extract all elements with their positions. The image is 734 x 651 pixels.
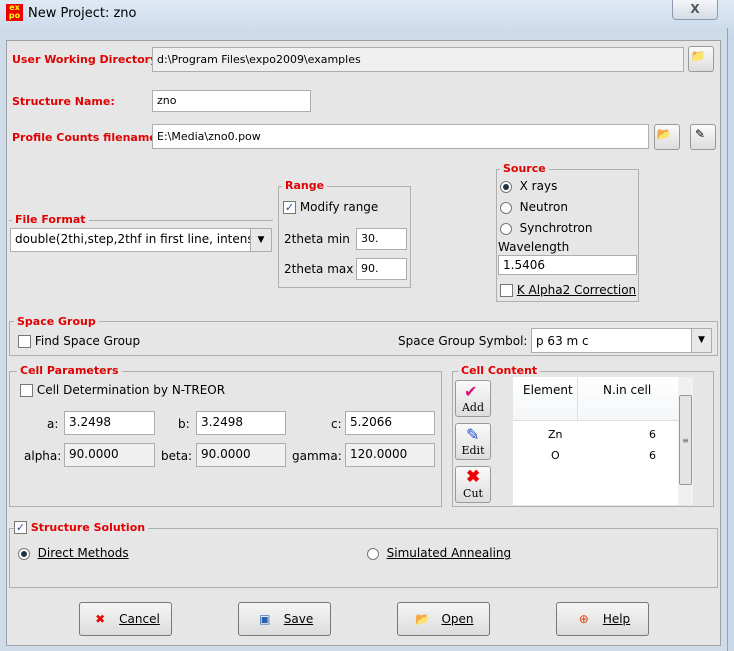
table-cell[interactable]: O <box>551 449 560 462</box>
gamma-label: gamma: <box>292 449 342 463</box>
table-cell[interactable]: 6 <box>649 449 656 462</box>
edit-button[interactable]: ✎ Edit <box>455 423 491 460</box>
radio-xrays[interactable]: X rays <box>500 179 557 193</box>
radio-direct-methods[interactable]: Direct Methods <box>18 546 129 560</box>
open-folder-icon[interactable]: 📂 <box>654 124 680 150</box>
range-title: Range <box>282 179 328 192</box>
check-icon: ✔ <box>464 382 478 401</box>
file-format-title: File Format <box>12 213 89 226</box>
gamma-input[interactable]: 120.0000 <box>345 443 435 467</box>
cut-button[interactable]: ✖ Cut <box>455 466 491 503</box>
find-space-group-checkbox[interactable]: Find Space Group <box>18 334 140 348</box>
wavelength-input[interactable]: 1.5406 <box>498 255 637 275</box>
pen-icon: ✎ <box>466 425 480 444</box>
radio-synchrotron[interactable]: Synchrotron <box>500 221 593 235</box>
max-input[interactable]: 90. <box>356 258 407 280</box>
add-button[interactable]: ✔ Add <box>455 380 491 417</box>
alpha-input[interactable]: 90.0000 <box>64 443 155 467</box>
cancel-button[interactable]: ✖ Cancel <box>79 602 172 636</box>
browse-folder-icon[interactable]: 📁 <box>688 46 714 72</box>
open-folder-icon: 📂 <box>414 612 430 626</box>
b-input[interactable]: 3.2498 <box>196 411 286 435</box>
chevron-down-icon[interactable]: ▼ <box>250 229 271 251</box>
structure-solution-checkbox[interactable]: ✓ Structure Solution <box>14 520 149 534</box>
checkbox[interactable]: ✓ <box>283 201 296 214</box>
lifebuoy-icon: ⊕ <box>578 612 589 626</box>
k-alpha-checkbox[interactable]: K Alpha2 Correction <box>500 283 636 297</box>
file-format-select[interactable]: double(2thi,step,2thf in first line, int… <box>10 228 272 252</box>
x-icon: ✖ <box>95 612 106 626</box>
space-group-title: Space Group <box>14 315 99 328</box>
c-label: c: <box>331 417 342 431</box>
cell-content-title: Cell Content <box>458 364 541 377</box>
x-icon: ✖ <box>466 467 481 487</box>
a-input[interactable]: 3.2498 <box>64 411 155 435</box>
modify-range-checkbox[interactable]: ✓ Modify range <box>283 200 378 214</box>
close-button[interactable]: X <box>672 0 718 20</box>
c-input[interactable]: 5.2066 <box>345 411 435 435</box>
source-title: Source <box>500 162 549 175</box>
edit-file-icon[interactable]: ✎ <box>690 124 716 150</box>
min-input[interactable]: 30. <box>356 228 407 250</box>
beta-label: beta: <box>161 449 193 463</box>
structure-name-label: Structure Name: <box>12 95 115 108</box>
min-label: 2theta min <box>284 232 350 246</box>
wavelength-label: Wavelength <box>498 240 570 254</box>
table-cell[interactable]: Zn <box>548 428 563 441</box>
a-label: a: <box>47 417 59 431</box>
space-group-select[interactable]: p 63 m c <box>531 328 712 353</box>
cell-content-table: Element N.in cell Zn 6 O 6 <box>513 377 678 505</box>
window-title: New Project: zno <box>28 6 137 21</box>
ntreor-checkbox[interactable]: Cell Determination by N-TREOR <box>20 383 225 397</box>
space-group-symbol-label: Space Group Symbol: <box>398 334 528 348</box>
profile-label: Profile Counts filename: <box>12 131 162 144</box>
save-icon: ▣ <box>259 612 271 626</box>
radio-simulated-annealing[interactable]: Simulated Annealing <box>367 546 511 560</box>
user-dir-label: User Working Directory: <box>12 53 162 66</box>
cell-parameters-title: Cell Parameters <box>17 364 122 377</box>
structure-name-input[interactable]: zno <box>152 90 311 112</box>
column-header-element[interactable]: Element <box>523 383 573 397</box>
scrollbar[interactable]: ≡ <box>678 377 693 505</box>
radio-neutron[interactable]: Neutron <box>500 200 568 214</box>
open-button[interactable]: 📂 Open <box>397 602 490 636</box>
save-button[interactable]: ▣ Save <box>238 602 331 636</box>
b-label: b: <box>178 417 190 431</box>
table-cell[interactable]: 6 <box>649 428 656 441</box>
help-button[interactable]: ⊕ Help <box>556 602 649 636</box>
chevron-down-icon[interactable]: ▼ <box>691 329 711 352</box>
beta-input[interactable]: 90.0000 <box>196 443 286 467</box>
profile-input[interactable]: E:\Media\zno0.pow <box>152 124 649 149</box>
alpha-label: alpha: <box>24 449 62 463</box>
modify-range-label: Modify range <box>299 200 379 214</box>
column-header-count[interactable]: N.in cell <box>603 383 651 397</box>
max-label: 2theta max <box>284 262 354 276</box>
app-icon: ex po <box>6 4 23 21</box>
scrollbar-thumb[interactable]: ≡ <box>679 395 692 485</box>
user-dir-field[interactable]: d:\Program Files\expo2009\examples <box>152 47 684 72</box>
